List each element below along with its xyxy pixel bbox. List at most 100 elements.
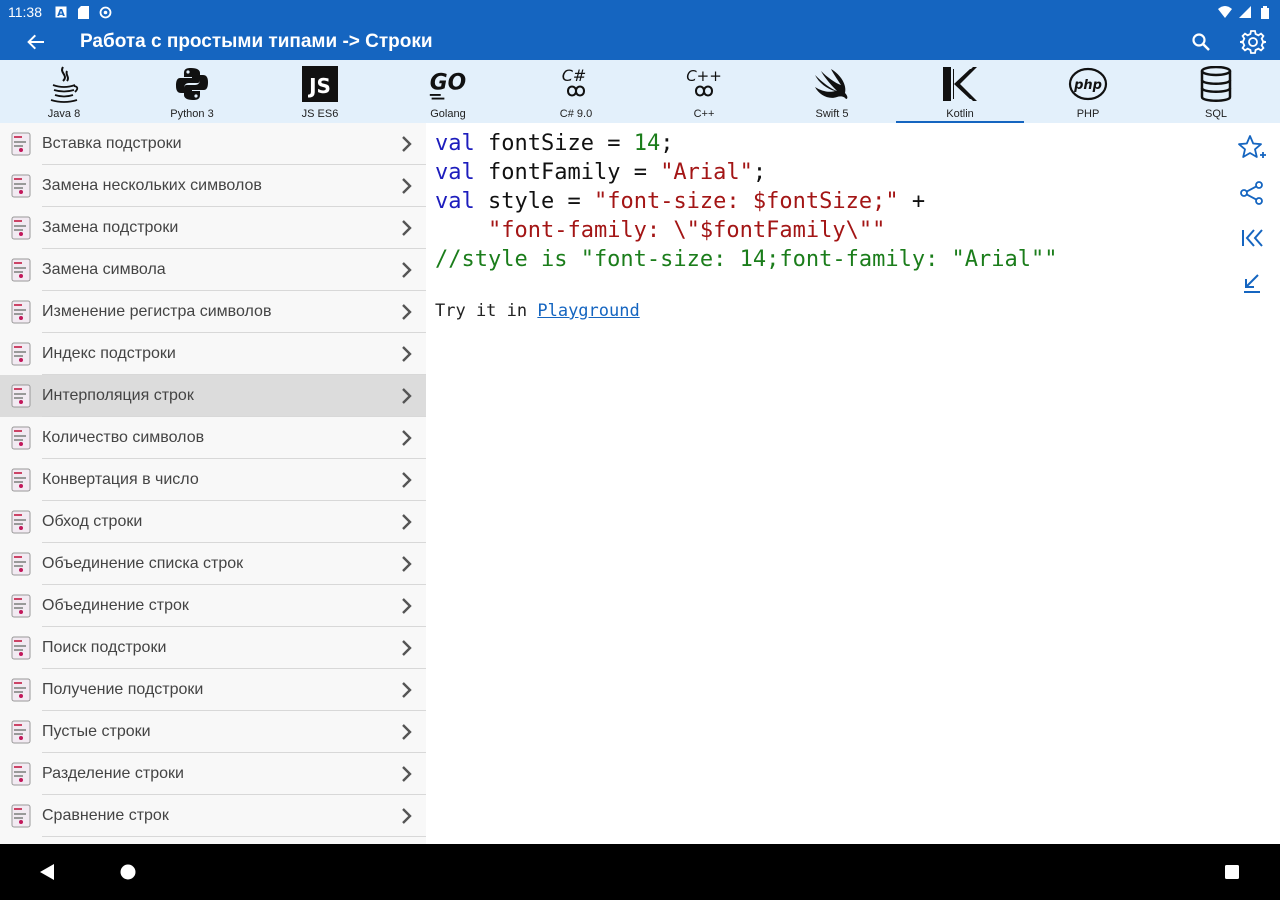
tab-label: Python 3 bbox=[170, 108, 214, 120]
tab-label: Kotlin bbox=[946, 108, 974, 120]
collapse-button[interactable] bbox=[1237, 268, 1267, 298]
tab-python[interactable]: Python 3 bbox=[128, 60, 256, 123]
list-item[interactable]: Замена символа bbox=[0, 249, 426, 291]
code-token: //style is "font-size: 14;font-family: "… bbox=[435, 247, 1058, 272]
chevron-right-icon bbox=[402, 724, 412, 740]
try-it-text: Try it in bbox=[435, 301, 538, 321]
list-item-label: Интерполяция строк bbox=[42, 375, 426, 417]
tab-kotlin[interactable]: Kotlin bbox=[896, 60, 1024, 123]
tab-label: C++ bbox=[693, 108, 715, 120]
settings-button[interactable] bbox=[1238, 27, 1268, 57]
search-icon bbox=[1192, 33, 1210, 51]
list-item-label: Поиск подстроки bbox=[42, 627, 426, 669]
list-item-label: Получение подстроки bbox=[42, 669, 426, 711]
nav-home-button[interactable] bbox=[116, 860, 140, 884]
share-button[interactable] bbox=[1237, 178, 1267, 208]
star-add-icon bbox=[1238, 135, 1266, 158]
code-token: fontFamily = bbox=[474, 160, 661, 185]
list-item[interactable]: Конвертация в число bbox=[0, 459, 426, 501]
func-code-icon bbox=[0, 753, 42, 795]
list-item[interactable]: Разделение строки bbox=[0, 753, 426, 795]
list-item[interactable]: Изменение регистра символов bbox=[0, 291, 426, 333]
code-token: ; bbox=[752, 160, 767, 185]
square-recents-icon bbox=[1225, 865, 1239, 879]
tab-label: Swift 5 bbox=[815, 108, 849, 120]
chevron-right-icon bbox=[402, 640, 412, 656]
list-item[interactable]: Объединение списка строк bbox=[0, 543, 426, 585]
tab-java[interactable]: Java 8 bbox=[0, 60, 128, 123]
tab-js[interactable]: JS JS ES6 bbox=[256, 60, 384, 123]
list-item[interactable]: Индекс подстроки bbox=[0, 333, 426, 375]
tab-swift[interactable]: Swift 5 bbox=[768, 60, 896, 123]
chevron-right-icon bbox=[402, 598, 412, 614]
triangle-back-icon bbox=[40, 864, 54, 880]
list-item-label: Пустые строки bbox=[42, 711, 426, 753]
battery-icon bbox=[1258, 5, 1272, 19]
code-line: val style = "font-size: $fontSize;" + bbox=[435, 189, 925, 214]
list-item[interactable]: Пустые строки bbox=[0, 711, 426, 753]
circle-home-icon bbox=[120, 864, 136, 880]
list-item[interactable]: Объединение строк bbox=[0, 585, 426, 627]
func-code-icon bbox=[0, 249, 42, 291]
func-code-icon bbox=[0, 669, 42, 711]
list-item-label: Объединение строк bbox=[42, 585, 426, 627]
list-item-label: Замена нескольких символов bbox=[42, 165, 426, 207]
list-item[interactable]: Поиск подстроки bbox=[0, 627, 426, 669]
first-item-button[interactable] bbox=[1237, 223, 1267, 253]
code-token: + bbox=[898, 189, 926, 214]
tab-php[interactable]: php PHP bbox=[1024, 60, 1152, 123]
list-item[interactable]: Количество символов bbox=[0, 417, 426, 459]
code-token: ; bbox=[660, 131, 674, 156]
nav-recents-button[interactable] bbox=[1220, 860, 1244, 884]
code-line: val fontSize = 14; bbox=[435, 131, 673, 156]
func-code-icon bbox=[0, 207, 42, 249]
chevron-right-icon bbox=[402, 220, 412, 236]
list-item[interactable]: Получение подстроки bbox=[0, 669, 426, 711]
list-item[interactable]: Вставка подстроки bbox=[0, 123, 426, 165]
list-item[interactable]: Сравнение строк bbox=[0, 795, 426, 837]
tab-sql[interactable]: SQL bbox=[1152, 60, 1280, 123]
func-code-icon bbox=[0, 165, 42, 207]
func-code-icon bbox=[0, 711, 42, 753]
chevron-right-icon bbox=[402, 262, 412, 278]
func-code-icon bbox=[0, 333, 42, 375]
tab-csharp[interactable]: C# C# 9.0 bbox=[512, 60, 640, 123]
chevron-right-icon bbox=[402, 430, 412, 446]
tab-cpp[interactable]: C++ C++ bbox=[640, 60, 768, 123]
playground-link[interactable]: Playground bbox=[537, 301, 639, 321]
back-button[interactable] bbox=[0, 24, 72, 60]
code-token: style = bbox=[474, 189, 594, 214]
swift-icon bbox=[812, 64, 852, 104]
svg-text:C#: C# bbox=[562, 66, 587, 85]
svg-text:JS: JS bbox=[307, 74, 331, 98]
func-code-icon bbox=[0, 585, 42, 627]
page-title: Работа с простыми типами -> Строки bbox=[80, 31, 433, 52]
chevron-right-icon bbox=[402, 514, 412, 530]
code-token: fontSize = bbox=[474, 131, 634, 156]
code-line: //style is "font-size: 14;font-family: "… bbox=[435, 247, 1058, 272]
javascript-icon: JS bbox=[300, 64, 340, 104]
list-item[interactable]: Интерполяция строк bbox=[0, 375, 426, 417]
list-item[interactable]: Замена подстроки bbox=[0, 207, 426, 249]
chevron-right-icon bbox=[402, 388, 412, 404]
nav-back-button[interactable] bbox=[35, 860, 59, 884]
signal-icon bbox=[1238, 5, 1252, 19]
list-item[interactable]: Обход строки bbox=[0, 501, 426, 543]
list-item[interactable]: Замена нескольких символов bbox=[0, 165, 426, 207]
search-button[interactable] bbox=[1186, 27, 1216, 57]
list-item-label: Замена символа bbox=[42, 249, 426, 291]
chevron-right-icon bbox=[402, 346, 412, 362]
app-bar: Работа с простыми типами -> Строки bbox=[0, 24, 1280, 60]
func-code-icon bbox=[0, 291, 42, 333]
code-line: "font-family: \"$fontFamily\"" bbox=[435, 218, 885, 243]
arrow-down-left-icon bbox=[1244, 274, 1260, 293]
code-line: val fontFamily = "Arial"; bbox=[435, 160, 766, 185]
code-token: val bbox=[435, 160, 475, 185]
arrow-back-icon bbox=[27, 34, 44, 50]
add-favorite-button[interactable] bbox=[1237, 133, 1267, 163]
side-actions bbox=[1224, 123, 1280, 303]
sd-card-icon bbox=[76, 5, 90, 19]
list-item-label: Обход строки bbox=[42, 501, 426, 543]
tab-golang[interactable]: GO Golang bbox=[384, 60, 512, 123]
